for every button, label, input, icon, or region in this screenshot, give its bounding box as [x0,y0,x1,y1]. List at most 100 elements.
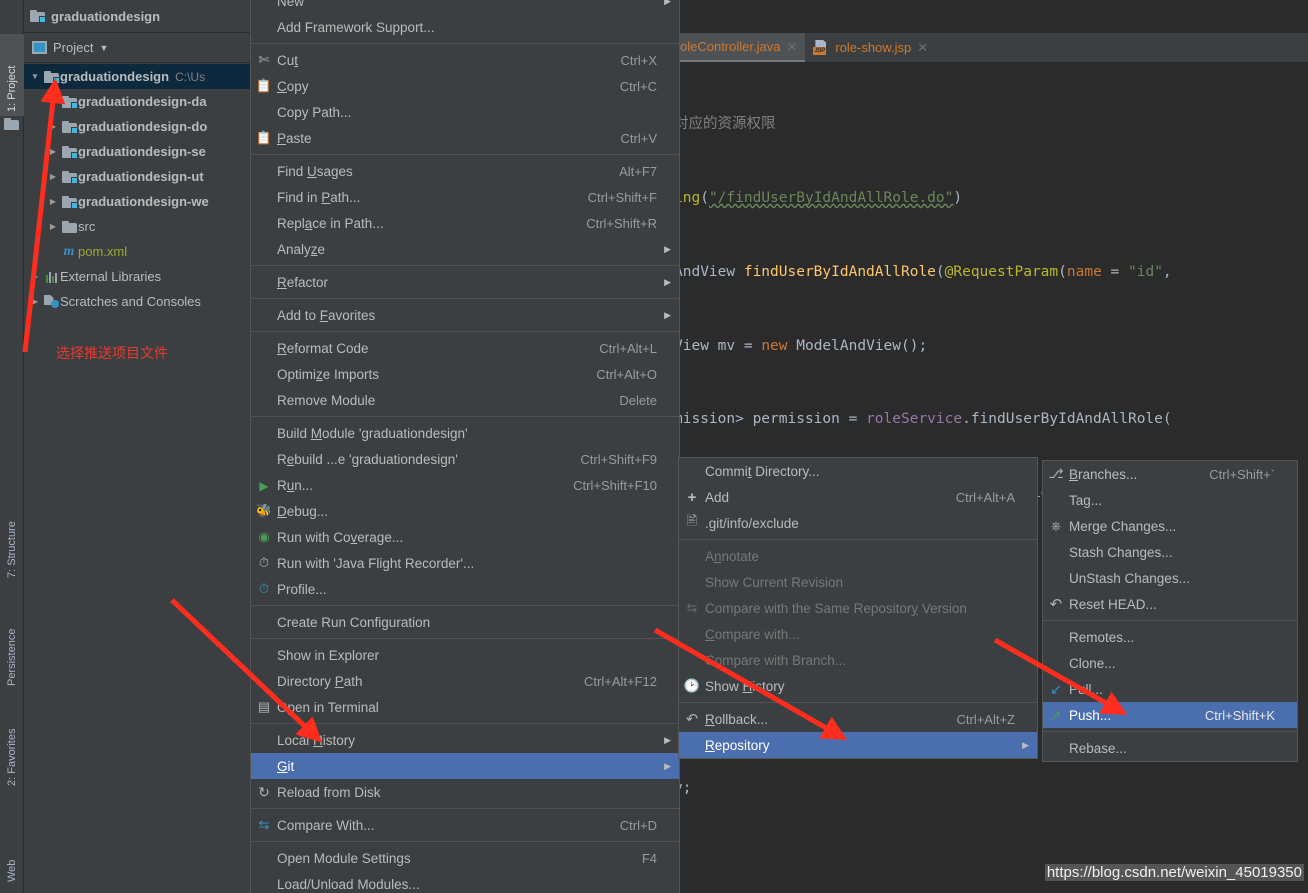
tree-node-external-libraries[interactable]: ▶ External Libraries [24,264,252,289]
branch-icon: ⎇ [1048,466,1064,481]
module-folder-icon [30,10,46,23]
tree-node-pom-xml[interactable]: m pom.xml [24,239,252,264]
sidebar-item-persistence[interactable]: Persistence [0,600,24,690]
menu-item-annotate: Annotate [679,543,1037,569]
sidebar-item-favorites[interactable]: 2: Favorites [0,700,24,790]
tree-node-label: graduationdesign-we [78,194,209,209]
menu-item-stash-changes[interactable]: Stash Changes... [1043,539,1297,565]
tree-node-graduationdesign-we[interactable]: ▶ graduationdesign-we [24,189,252,214]
tree-node-label: graduationdesign-ut [78,169,204,184]
menu-item-shortcut: Ctrl+Alt+F12 [584,673,657,689]
project-context-menu[interactable]: New ▶ Add Framework Support... ✄ Cut Ctrl+X 📋 C… [250,0,680,893]
menu-item-remove-module[interactable]: Remove Module Delete [251,387,679,413]
menu-item-label: New [277,0,305,9]
tree-node-graduationdesign-se[interactable]: ▶ graduationdesign-se [24,139,252,164]
menu-item-reformat-code[interactable]: Reformat Code Ctrl+Alt+L [251,335,679,361]
menu-item-local-history[interactable]: Local History ▶ [251,727,679,753]
repository-submenu[interactable]: ⎇ Branches... Ctrl+Shift+` Tag... ⎈ Merge Cha… [1042,460,1298,762]
tree-node-label: graduationdesign [60,69,170,84]
tree-node-graduationdesign-do[interactable]: ▶ graduationdesign-do [24,114,252,139]
chevron-right-icon[interactable]: ▶ [46,147,60,156]
jsp-file-icon: JSP [813,40,829,55]
project-view-label: Project [53,40,94,55]
chevron-right-icon: ▶ [664,309,671,320]
menu-item-commit-directory[interactable]: Commit Directory... [679,458,1037,484]
chevron-right-icon[interactable]: ▶ [46,222,60,231]
menu-item-refactor[interactable]: Refactor ▶ [251,269,679,295]
menu-item-reset-head[interactable]: ↶ Reset HEAD... [1043,591,1297,617]
menu-item-compare-with[interactable]: ⇆ Compare With... Ctrl+D [251,812,679,838]
menu-item-label: Create Run Configuration [277,614,431,630]
menu-item-replace-in-path[interactable]: Replace in Path... Ctrl+Shift+R [251,210,679,236]
menu-item-rebuild-e-graduationdesign[interactable]: Rebuild ...e 'graduationdesign' Ctrl+Shif… [251,446,679,472]
sidebar-item-project[interactable]: 1: Project [0,34,24,116]
menu-item-debug[interactable]: 🐝 Debug... [251,498,679,524]
menu-item-unstash-changes[interactable]: UnStash Changes... [1043,565,1297,591]
menu-item-show-in-explorer[interactable]: Show in Explorer [251,642,679,668]
close-icon[interactable]: ✕ [917,40,928,56]
menu-item-open-in-terminal[interactable]: ▤ Open in Terminal [251,694,679,720]
menu-item-label: Cut [277,52,299,68]
git-submenu[interactable]: Commit Directory... + Add Ctrl+Alt+A 🖹 .git/i… [678,457,1038,759]
chevron-down-icon[interactable]: ▼ [28,72,42,81]
menu-item-show-history[interactable]: 🕑 Show History [679,673,1037,699]
menu-item-cut[interactable]: ✄ Cut Ctrl+X [251,47,679,73]
sidebar-item-web[interactable]: Web [0,838,24,886]
menu-item-copy[interactable]: 📋 Copy Ctrl+C [251,73,679,99]
menu-item-run-with-coverage[interactable]: ◉ Run with Coverage... [251,524,679,550]
chevron-right-icon[interactable]: ▶ [46,122,60,131]
menu-item-find-usages[interactable]: Find Usages Alt+F7 [251,158,679,184]
menu-item-optimize-imports[interactable]: Optimize Imports Ctrl+Alt+O [251,361,679,387]
tree-node-src[interactable]: ▶ src [24,214,252,239]
menu-item-run[interactable]: ▶ Run... Ctrl+Shift+F10 [251,472,679,498]
menu-item-new[interactable]: New ▶ [251,0,679,14]
menu-item-push[interactable]: ↗ Push... Ctrl+Shift+K [1043,702,1297,728]
menu-item-pull[interactable]: ↙ Pull... [1043,676,1297,702]
menu-item-git[interactable]: Git ▶ [251,753,679,779]
menu-item-tag[interactable]: Tag... [1043,487,1297,513]
menu-item-run-with-java-flight-recorder[interactable]: ⏱ Run with 'Java Flight Recorder'... [251,550,679,576]
menu-item-rebase[interactable]: Rebase... [1043,735,1297,761]
menu-item-clone[interactable]: Clone... [1043,650,1297,676]
menu-item-repository[interactable]: Repository ▶ [679,732,1037,758]
tree-node-graduationdesign[interactable]: ▼ graduationdesign C:\Us [24,64,252,89]
menu-item-rollback[interactable]: ↶ Rollback... Ctrl+Alt+Z [679,706,1037,732]
menu-item-build-module-graduationdesign[interactable]: Build Module 'graduationdesign' [251,420,679,446]
menu-item-profile[interactable]: ⏱ Profile... [251,576,679,602]
menu-item-paste[interactable]: 📋 Paste Ctrl+V [251,125,679,151]
menu-item-shortcut: Ctrl+X [620,52,657,68]
project-tree[interactable]: ▼ graduationdesign C:\Us graduationdesign-d… [24,63,252,314]
tab-role-show-jsp[interactable]: JSP role-show.jsp ✕ [805,33,936,62]
menu-item-analyze[interactable]: Analyze ▶ [251,236,679,262]
chevron-right-icon[interactable]: ▶ [28,272,42,281]
tree-node-graduationdesign-da[interactable]: graduationdesign-da [24,89,252,114]
menu-item-reload-from-disk[interactable]: ↻ Reload from Disk [251,779,679,805]
menu-item-add-framework-support[interactable]: Add Framework Support... [251,14,679,40]
menu-item-branches[interactable]: ⎇ Branches... Ctrl+Shift+` [1043,461,1297,487]
menu-item-remotes[interactable]: Remotes... [1043,624,1297,650]
menu-item-find-in-path[interactable]: Find in Path... Ctrl+Shift+F [251,184,679,210]
menu-item-add-to-favorites[interactable]: Add to Favorites ▶ [251,302,679,328]
chevron-right-icon[interactable]: ▶ [28,297,42,306]
menu-item-compare-with-the-same-repository-version: ⇆ Compare with the Same Repository Versio… [679,595,1037,621]
menu-item-open-module-settings[interactable]: Open Module Settings F4 [251,845,679,871]
menu-item-directory-path[interactable]: Directory Path Ctrl+Alt+F12 [251,668,679,694]
menu-item-load-unload-modules[interactable]: Load/Unload Modules... [251,871,679,893]
sidebar-item-structure[interactable]: 7: Structure [0,490,24,582]
idea-window: 1: Project 7: Structure Persistence 2: F… [0,0,1308,893]
chevron-right-icon[interactable]: ▶ [46,197,60,206]
menu-item-git-info-exclude[interactable]: 🖹 .git/info/exclude [679,510,1037,536]
tree-node-graduationdesign-ut[interactable]: ▶ graduationdesign-ut [24,164,252,189]
tree-node-scratches-and-consoles[interactable]: ▶ Scratches and Consoles [24,289,252,314]
editor-tab-label: oleController.java [680,39,781,54]
close-icon[interactable]: ✕ [786,39,797,55]
menu-item-merge-changes[interactable]: ⎈ Merge Changes... [1043,513,1297,539]
menu-item-create-run-configuration[interactable]: Create Run Configuration [251,609,679,635]
tab-role-controller-java[interactable]: oleController.java ✕ [672,33,806,62]
menu-item-copy-path[interactable]: Copy Path... [251,99,679,125]
project-view-selector[interactable]: Project ▼ [24,33,252,63]
chevron-right-icon[interactable]: ▶ [46,172,60,181]
menu-item-add[interactable]: + Add Ctrl+Alt+A [679,484,1037,510]
structure-tab-label: 7: Structure [6,521,18,578]
menu-item-shortcut: Ctrl+Shift+K [1204,707,1275,723]
